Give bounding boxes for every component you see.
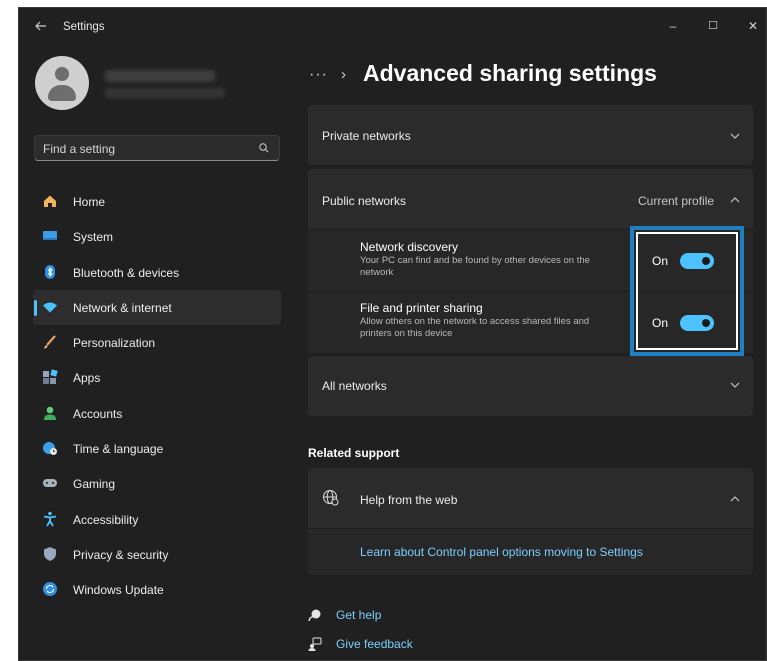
file-printer-sharing-description: Allow others on the network to access sh… [360, 316, 590, 339]
all-networks-label: All networks [322, 379, 387, 393]
feedback-icon [308, 637, 322, 651]
chevron-up-icon[interactable] [729, 193, 741, 205]
network-discovery-description: Your PC can find and be found by other d… [360, 255, 590, 278]
sidebar-item-label: Privacy & security [73, 547, 169, 562]
help-links-panel: Learn about Control panel options moving… [308, 529, 753, 575]
help-from-web-expander[interactable]: Help from the web [308, 468, 753, 528]
file-printer-sharing-title: File and printer sharing [360, 301, 483, 315]
back-arrow-icon[interactable] [31, 18, 51, 38]
sidebar-item-apps[interactable]: Apps [33, 360, 281, 395]
highlight-box [630, 226, 744, 356]
user-profile[interactable] [35, 56, 285, 112]
maximize-button[interactable]: ☐ [695, 14, 731, 38]
public-networks-label: Public networks [322, 194, 407, 208]
control-panel-help-link[interactable]: Learn about Control panel options moving… [360, 545, 643, 559]
account-icon [42, 405, 58, 421]
sidebar-item-network[interactable]: Network & internet [33, 289, 281, 326]
sidebar-item-label: Gaming [73, 477, 116, 492]
apps-icon [42, 369, 58, 385]
sidebar-item-gaming[interactable]: Gaming [33, 466, 281, 501]
bluetooth-icon [42, 264, 58, 280]
sidebar-item-accounts[interactable]: Accounts [33, 396, 281, 431]
window-title: Settings [63, 21, 105, 33]
help-from-web-label: Help from the web [360, 493, 458, 507]
sidebar-item-label: Bluetooth & devices [73, 265, 180, 280]
chevron-up-icon[interactable] [729, 492, 741, 504]
update-icon [42, 581, 58, 597]
globe-clock-icon [42, 440, 58, 456]
public-networks-expander[interactable]: Public networks Current profile [308, 169, 753, 229]
give-feedback-link[interactable]: Give feedback [336, 637, 413, 651]
sidebar-item-label: Windows Update [73, 583, 164, 598]
system-icon [42, 228, 58, 244]
accessibility-icon [42, 511, 58, 527]
sidebar-item-label: Network & internet [73, 300, 172, 315]
search-input[interactable] [43, 140, 243, 157]
page-title: Advanced sharing settings [363, 60, 657, 86]
get-help-link[interactable]: Get help [336, 608, 381, 622]
related-support-heading: Related support [308, 446, 400, 460]
globe-help-icon [322, 489, 340, 507]
title-bar: Settings – ☐ ✕ [19, 8, 766, 48]
sidebar-item-system[interactable]: System [33, 219, 281, 254]
sidebar-nav: Home System Bluetooth & devices Network … [33, 184, 281, 608]
settings-window: Settings – ☐ ✕ Home System [18, 7, 767, 661]
sidebar-item-label: Accounts [73, 406, 123, 421]
home-icon [42, 193, 58, 209]
avatar [35, 56, 89, 110]
all-networks-expander[interactable]: All networks [308, 356, 753, 416]
sidebar-item-bluetooth[interactable]: Bluetooth & devices [33, 255, 281, 290]
search-icon[interactable] [257, 141, 271, 155]
sidebar-item-label: Apps [73, 371, 101, 386]
minimize-button[interactable]: – [655, 14, 691, 38]
shield-icon [42, 546, 58, 562]
chevron-down-icon[interactable] [729, 378, 741, 390]
brush-icon [42, 334, 58, 350]
search-box[interactable] [34, 135, 280, 161]
sidebar-item-accessibility[interactable]: Accessibility [33, 502, 281, 537]
sidebar-item-label: Personalization [73, 336, 156, 351]
close-button[interactable]: ✕ [735, 14, 766, 38]
sidebar-item-personalization[interactable]: Personalization [33, 325, 281, 360]
sidebar-item-label: Time & language [73, 442, 164, 457]
get-help-icon [308, 608, 322, 622]
sidebar-item-label: Accessibility [73, 512, 139, 527]
sidebar-item-label: Home [73, 195, 106, 209]
chevron-down-icon[interactable] [729, 129, 741, 141]
active-indicator [34, 299, 37, 316]
blurred-user-email [105, 88, 225, 98]
private-networks-label: Private networks [322, 129, 411, 143]
private-networks-expander[interactable]: Private networks [308, 105, 753, 165]
gamepad-icon [42, 475, 58, 491]
sidebar-item-time-language[interactable]: Time & language [33, 431, 281, 466]
wifi-icon [42, 299, 58, 315]
sidebar-item-windows-update[interactable]: Windows Update [33, 572, 281, 607]
network-discovery-title: Network discovery [360, 240, 459, 254]
breadcrumb-overflow-button[interactable]: ··· [309, 66, 328, 84]
sidebar-item-home[interactable]: Home [33, 184, 281, 219]
sidebar-item-label: System [73, 230, 114, 245]
current-profile-label: Current profile [638, 194, 715, 208]
chevron-right-icon: › [341, 66, 346, 83]
blurred-user-name [105, 70, 215, 82]
sidebar-item-privacy-security[interactable]: Privacy & security [33, 537, 281, 572]
